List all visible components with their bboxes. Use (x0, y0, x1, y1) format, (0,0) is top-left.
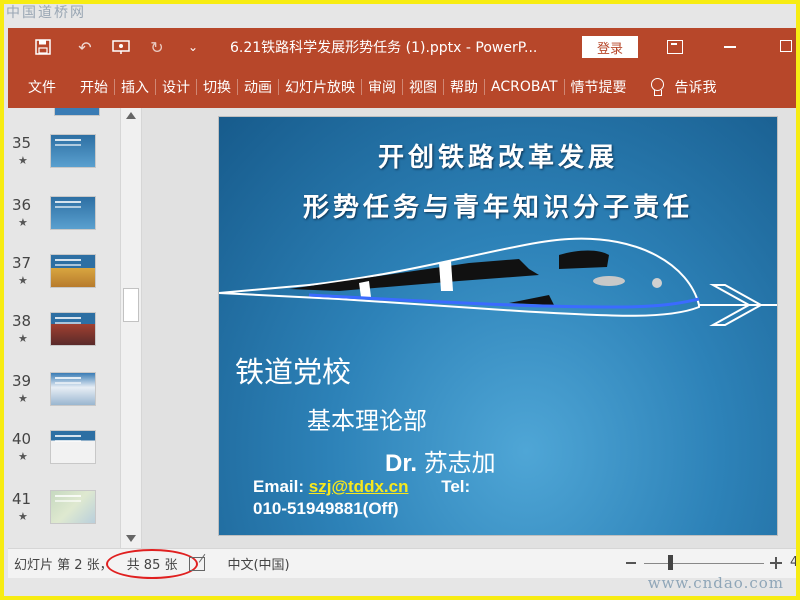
tab-file[interactable]: 文件 (22, 66, 62, 108)
tel-label: Tel: (441, 477, 471, 496)
zoom-out-icon[interactable] (626, 562, 636, 564)
thumbnail-row[interactable]: 41 ★ (8, 490, 116, 540)
slide-phone[interactable]: 010-51949881(Off) (253, 499, 399, 519)
slide-contact-line1[interactable]: Email: szj@tddx.cn Tel: (253, 477, 470, 497)
language-indicator[interactable]: 中文(中国) (227, 554, 289, 573)
thumbnail-row[interactable]: 36 ★ (8, 196, 116, 246)
scroll-thumb[interactable] (123, 288, 139, 322)
tab-storyboarding[interactable]: 情节提要 (565, 66, 633, 108)
zoom-in-icon[interactable] (770, 557, 782, 569)
document-title: 6.21铁路科学发展形势任务 (1).pptx - PowerP... (230, 40, 538, 56)
slide-thumbnail[interactable] (50, 134, 96, 168)
undo-icon[interactable]: ↶ (70, 32, 100, 62)
tab-acrobat[interactable]: ACROBAT (485, 66, 564, 108)
thumbnail-row[interactable]: 38 ★ (8, 312, 116, 362)
email-label: Email: (253, 477, 305, 496)
watermark-bottom: www.cndao.com (647, 574, 784, 592)
zoom-level[interactable]: 4 (790, 555, 796, 570)
slide-school-name[interactable]: 铁道党校 (235, 349, 351, 391)
slide-thumbnail-pane: 35 ★ 36 ★ 37 ★ 38 ★ 39 ★ 40 ★ 41 ★ (8, 108, 142, 548)
watermark-top: 中国道桥网 (6, 5, 86, 21)
slide-thumbnail[interactable] (50, 490, 96, 524)
scroll-up-icon[interactable] (126, 112, 136, 119)
animation-star-icon: ★ (18, 216, 28, 229)
zoom-slider-handle[interactable] (668, 555, 673, 570)
slide-thumbnail[interactable] (50, 430, 96, 464)
lightbulb-icon[interactable] (647, 77, 667, 97)
tab-help[interactable]: 帮助 (444, 66, 484, 108)
email-link[interactable]: szj@tddx.cn (309, 477, 409, 496)
current-slide[interactable]: 开创铁路改革发展 形势任务与青年知识分子责任 铁道党校 基本理论部 Dr. 苏志… (218, 116, 778, 536)
author-name: 苏志加 (423, 449, 496, 477)
thumbnail-row[interactable]: 35 ★ (8, 134, 116, 184)
save-icon[interactable] (28, 32, 58, 62)
redo-icon[interactable]: ↻ (142, 32, 172, 62)
slide-thumbnail[interactable] (50, 196, 96, 230)
animation-star-icon: ★ (18, 450, 28, 463)
zoom-slider[interactable] (644, 563, 764, 564)
tab-transitions[interactable]: 切换 (197, 66, 237, 108)
slide-number: 36 (12, 196, 32, 214)
slide-number: 37 (12, 254, 32, 272)
tab-review[interactable]: 审阅 (362, 66, 402, 108)
slide-number: 41 (12, 490, 32, 508)
tab-design[interactable]: 设计 (156, 66, 196, 108)
app-window: 中国道桥网 ↶ ↻ ⌄ 6.21铁路科学发展形势任务 (1).pptx - Po… (0, 0, 800, 600)
slide-position: 幻灯片 第 2 张， (14, 558, 113, 573)
slide-number: 39 (12, 372, 32, 390)
slide-thumbnail[interactable] (50, 372, 96, 406)
slide-thumbnail[interactable] (50, 254, 96, 288)
present-icon[interactable] (106, 32, 136, 62)
login-button[interactable]: 登录 (582, 36, 638, 58)
tab-insert[interactable]: 插入 (115, 66, 155, 108)
restore-icon[interactable] (664, 36, 686, 58)
slide-department[interactable]: 基本理论部 (307, 401, 427, 436)
tab-slideshow[interactable]: 幻灯片放映 (279, 66, 361, 108)
notes-icon[interactable] (189, 556, 206, 571)
slide-thumbnail[interactable] (50, 312, 96, 346)
ribbon-tabs: 文件 开始 插入 设计 切换 动画 幻灯片放映 审阅 视图 帮助 ACROBAT… (8, 66, 796, 108)
animation-star-icon: ★ (18, 392, 28, 405)
animation-star-icon: ★ (18, 274, 28, 287)
slide-number: 40 (12, 430, 32, 448)
thumbnail-scrollbar[interactable] (120, 108, 142, 548)
scroll-down-icon[interactable] (126, 535, 136, 542)
thumbnail-row[interactable]: 37 ★ (8, 254, 116, 304)
animation-star-icon: ★ (18, 510, 28, 523)
slide-author[interactable]: Dr. 苏志加 (385, 443, 496, 478)
maximize-icon[interactable] (780, 40, 792, 52)
slide-title-line2[interactable]: 形势任务与青年知识分子责任 (219, 187, 777, 224)
bullet-train-graphic (219, 237, 777, 326)
minimize-icon[interactable] (724, 46, 736, 48)
animation-star-icon: ★ (18, 154, 28, 167)
animation-star-icon: ★ (18, 332, 28, 345)
title-bar: ↶ ↻ ⌄ 6.21铁路科学发展形势任务 (1).pptx - PowerP..… (8, 28, 796, 66)
author-prefix: Dr. (385, 450, 418, 477)
slide-editing-area: 开创铁路改革发展 形势任务与青年知识分子责任 铁道党校 基本理论部 Dr. 苏志… (142, 108, 796, 548)
slide-thumbnail-34[interactable] (54, 108, 100, 116)
customize-icon[interactable]: ⌄ (178, 32, 208, 62)
tab-home[interactable]: 开始 (74, 66, 114, 108)
tell-me-search[interactable]: 告诉我 (675, 66, 723, 108)
thumbnail-row[interactable]: 39 ★ (8, 372, 116, 422)
slide-number: 38 (12, 312, 32, 330)
tab-view[interactable]: 视图 (403, 66, 443, 108)
slide-number: 35 (12, 134, 32, 152)
slide-title-line1[interactable]: 开创铁路改革发展 (219, 137, 777, 174)
annotation-circle (106, 549, 198, 579)
tab-animations[interactable]: 动画 (238, 66, 278, 108)
thumbnail-row[interactable]: 40 ★ (8, 430, 116, 480)
